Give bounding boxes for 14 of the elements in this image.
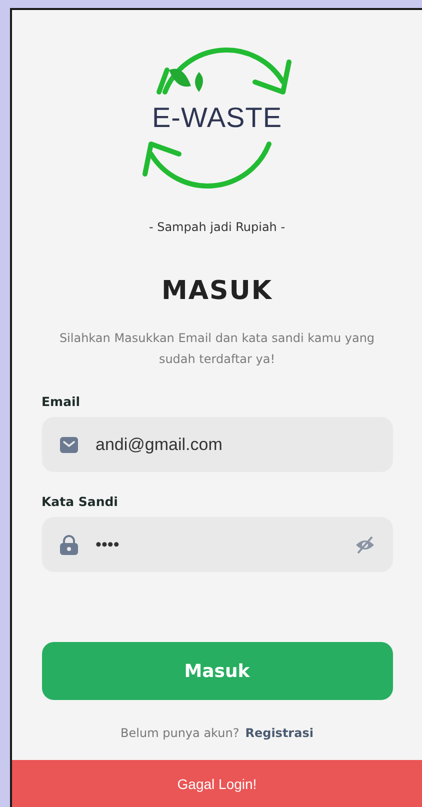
password-field[interactable]: •••• [42, 517, 392, 572]
page-title: MASUK [162, 276, 272, 306]
field-label: Email [42, 394, 82, 409]
lock-icon [60, 534, 78, 554]
instruction-text: Silahkan Masukkan Email dan kata sandi kamu yang sudah terdaftar ya! [58, 330, 376, 368]
email-field[interactable]: andi@gmail.com [42, 417, 392, 472]
register-link[interactable]: Registrasi [245, 726, 314, 740]
error-toast: Gagal Login! [12, 760, 422, 807]
eye-slash-icon[interactable] [354, 536, 374, 554]
tagline: - Sampah jadi Rupiah - [148, 220, 286, 234]
logo-text: E-WASTE [150, 102, 284, 134]
mail-icon [60, 436, 78, 452]
field-label: Kata Sandi [42, 494, 119, 509]
register-prompt: Belum punya akun? [120, 726, 240, 740]
